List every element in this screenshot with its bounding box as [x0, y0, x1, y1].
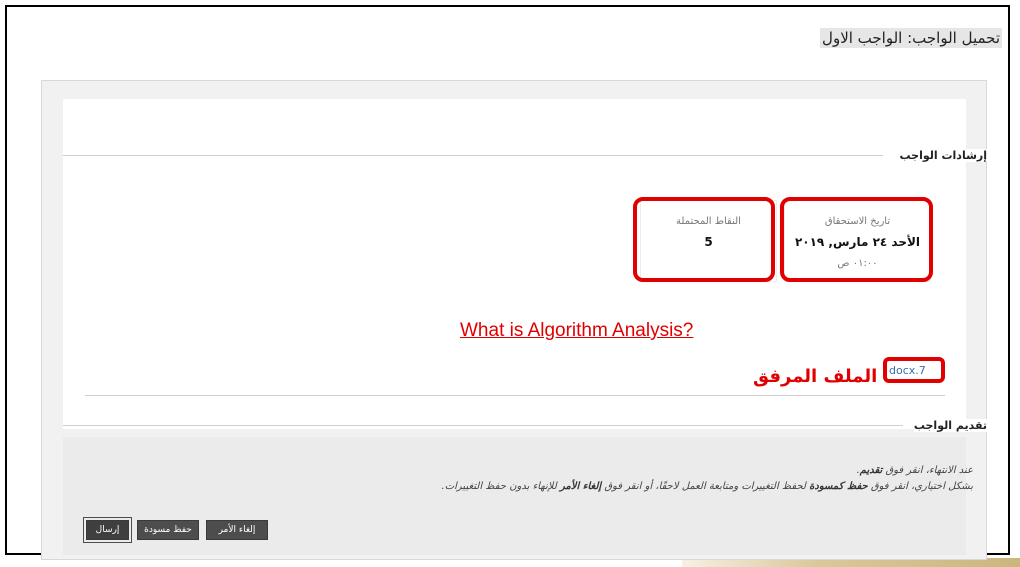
submit-keyword: تقديم	[859, 465, 883, 476]
page-title: تحميل الواجب: الواجب الاول	[820, 28, 1002, 48]
divider	[63, 155, 883, 156]
attachment-file-link[interactable]: docx.7	[889, 364, 926, 377]
divider	[85, 395, 945, 396]
annotation-link[interactable]: What is Algorithm Analysis?	[460, 320, 693, 342]
cancel-keyword: إلغاء الأمر	[559, 481, 602, 492]
instruction-line-2: بشكل اختياري، انقر فوق حفظ كمسودة لحفظ ا…	[441, 481, 973, 492]
annotation-box-points	[633, 197, 775, 282]
save-draft-keyword: حفظ كمسودة	[809, 481, 868, 492]
instructions-heading: إرشادات الواجب	[899, 149, 987, 162]
attachment-label: الملف المرفق	[753, 366, 878, 387]
divider	[63, 425, 903, 426]
save-draft-button[interactable]: حفظ مسودة	[137, 520, 199, 540]
cancel-button[interactable]: إلغاء الأمر	[206, 520, 268, 540]
submission-heading: تقديم الواجب	[913, 419, 987, 432]
submit-button[interactable]: إرسال	[83, 517, 132, 543]
annotation-box-due	[780, 197, 933, 282]
instruction-line-1: عند الانتهاء، انقر فوق تقديم.	[856, 465, 973, 476]
